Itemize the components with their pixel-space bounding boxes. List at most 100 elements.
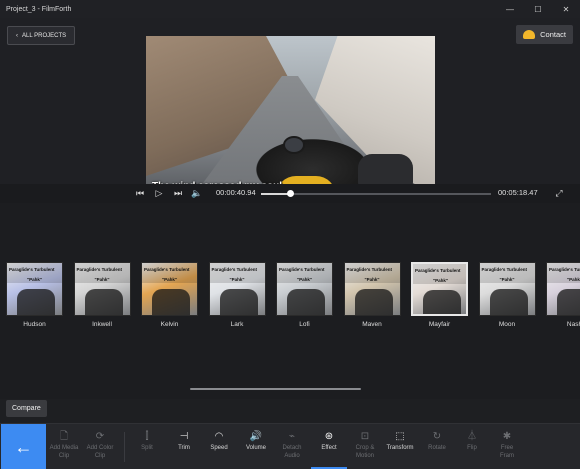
effect-mayfair[interactable]: Paraglide's Turbulent "Pahk" Mayfair bbox=[411, 262, 468, 328]
current-time: 00:00:40.94 bbox=[216, 188, 256, 197]
fullscreen-icon[interactable]: ⤢ bbox=[552, 186, 566, 200]
effect-label: Kelvin bbox=[160, 321, 179, 328]
effect-thumbnail: Paraglide's Turbulent "Pahk" bbox=[73, 262, 131, 316]
add-color-clip-icon: ⟳ bbox=[95, 431, 105, 442]
flip-icon: ⏃ bbox=[467, 431, 477, 442]
bottom-toolbar: ← 🗋 Add Media Clip ⟳ Add Color Clip ⫿ Split ⊣ Tri… bbox=[0, 423, 580, 469]
contact-button[interactable]: Contact bbox=[516, 25, 573, 44]
skip-forward-icon[interactable]: ⏭ bbox=[171, 186, 185, 200]
add-color-clip-label: Add Color bbox=[86, 445, 114, 451]
minimize-button[interactable]: — bbox=[496, 0, 524, 18]
contact-icon bbox=[523, 30, 536, 39]
effect-nash[interactable]: Paraglide's Turbulent "Pahk" Nash bbox=[546, 262, 580, 328]
add-media-clip-label-line2: Clip bbox=[58, 453, 70, 459]
add-media-clip-tool[interactable]: 🗋 Add Media Clip bbox=[44, 430, 84, 460]
thumbnail-subtitle: "Pahk" bbox=[297, 277, 313, 282]
effect-thumbnail: Paraglide's Turbulent "Pahk" bbox=[208, 262, 266, 316]
all-projects-label: ALL PROJECTS bbox=[22, 32, 67, 39]
thumbnail-motorcycle bbox=[557, 289, 580, 315]
crop-motion-label-line2: Motion bbox=[355, 453, 374, 459]
freeze-frame-tool[interactable]: ✱ Free Fram bbox=[487, 430, 527, 460]
thumbnail-subtitle: "Pahk" bbox=[364, 277, 380, 282]
detach-audio-icon: ⌁ bbox=[288, 431, 296, 442]
add-color-clip-tool[interactable]: ⟳ Add Color Clip bbox=[80, 430, 120, 460]
add-media-clip-icon: 🗋 bbox=[59, 431, 69, 442]
effects-scrollbar[interactable] bbox=[190, 388, 361, 390]
thumbnail-title: Paraglide's Turbulent bbox=[481, 267, 528, 272]
effect-label: Lofi bbox=[299, 321, 310, 328]
thumbnail-subtitle: "Pahk" bbox=[27, 277, 43, 282]
playback-controls: ⏮ ▷ ⏭ 🔈 00:00:40.94 00:05:18.47 ⤢ bbox=[0, 184, 580, 203]
title-bar: Project_3 - FilmForth — ☐ ✕ bbox=[0, 0, 580, 18]
thumbnail-title: Paraglide's Turbulent bbox=[415, 268, 461, 273]
effect-maven[interactable]: Paraglide's Turbulent "Pahk" Maven bbox=[343, 262, 401, 328]
effect-thumbnail: Paraglide's Turbulent "Pahk" bbox=[141, 262, 198, 316]
speed-tool[interactable]: ◠ Speed bbox=[199, 430, 239, 452]
thumbnail-motorcycle bbox=[219, 289, 258, 315]
thumbnail-title: Paraglide's Turbulent bbox=[346, 267, 393, 272]
thumbnail-subtitle: "Pahk" bbox=[499, 277, 515, 282]
play-icon[interactable]: ▷ bbox=[152, 186, 166, 200]
add-media-clip-label: Add Media bbox=[49, 445, 79, 451]
thumbnail-subtitle: "Pahk" bbox=[162, 277, 178, 282]
rotate-label: Rotate bbox=[428, 445, 446, 451]
effect-thumbnail: Paraglide's Turbulent "Pahk" bbox=[6, 262, 63, 316]
effect-label: Maven bbox=[362, 321, 382, 328]
seek-thumb[interactable] bbox=[286, 190, 294, 197]
add-color-clip-label-line2: Clip bbox=[94, 453, 106, 459]
back-button[interactable]: ← bbox=[1, 424, 46, 469]
thumbnail-motorcycle bbox=[84, 289, 123, 315]
detach-audio-label-line2: Audio bbox=[284, 453, 300, 459]
effect-thumbnail: Paraglide's Turbulent "Pahk" bbox=[546, 262, 580, 316]
skip-back-icon[interactable]: ⏮ bbox=[133, 186, 147, 200]
transform-icon: ⬚ bbox=[395, 431, 405, 442]
transform-tool[interactable]: ⬚ Transform bbox=[380, 430, 420, 452]
effect-thumbnail: Paraglide's Turbulent "Pahk" bbox=[276, 262, 333, 316]
effect-inkwell[interactable]: Paraglide's Turbulent "Pahk" Inkwell bbox=[73, 262, 131, 328]
crop-motion-icon: ⊡ bbox=[360, 431, 370, 442]
seek-bar[interactable] bbox=[261, 190, 491, 197]
close-button[interactable]: ✕ bbox=[552, 0, 580, 18]
trim-tool[interactable]: ⊣ Trim bbox=[164, 430, 204, 452]
flip-tool[interactable]: ⏃ Flip bbox=[452, 430, 492, 452]
window-title: Project_3 - FilmForth bbox=[6, 5, 72, 13]
trim-label: Trim bbox=[178, 445, 190, 451]
freeze-frame-label-line2: Fram bbox=[500, 453, 514, 459]
maximize-button[interactable]: ☐ bbox=[524, 0, 552, 18]
thumbnail-subtitle: "Pahk" bbox=[229, 277, 245, 282]
rotate-tool[interactable]: ↻ Rotate bbox=[417, 430, 457, 452]
volume-icon: 🔊 bbox=[249, 431, 263, 442]
effect-hudson[interactable]: Paraglide's Turbulent "Pahk" Hudson bbox=[6, 262, 63, 328]
volume-label: Volume bbox=[245, 445, 266, 451]
effect-label: Hudson bbox=[23, 321, 46, 328]
video-frame-gauge bbox=[283, 136, 305, 154]
effect-lofi[interactable]: Paraglide's Turbulent "Pahk" Lofi bbox=[276, 262, 333, 328]
crop-motion-tool[interactable]: ⊡ Crop & Motion bbox=[345, 430, 385, 460]
thumbnail-title: Paraglide's Turbulent bbox=[279, 267, 325, 272]
split-tool[interactable]: ⫿ Split bbox=[127, 430, 167, 452]
effect-moon[interactable]: Paraglide's Turbulent "Pahk" Moon bbox=[478, 262, 536, 328]
effect-kelvin[interactable]: Paraglide's Turbulent "Pahk" Kelvin bbox=[141, 262, 198, 328]
thumbnail-motorcycle bbox=[423, 290, 461, 314]
effect-label: Moon bbox=[498, 321, 516, 328]
thumbnail-subtitle: "Pahk" bbox=[94, 277, 110, 282]
effect-thumbnail: Paraglide's Turbulent "Pahk" bbox=[478, 262, 536, 316]
effect-tool[interactable]: ⊛ Effect bbox=[309, 430, 349, 452]
thumbnail-title: Paraglide's Turbulent bbox=[211, 267, 258, 272]
thumbnail-title: Paraglide's Turbulent bbox=[549, 267, 580, 272]
toolbar-divider bbox=[124, 432, 125, 462]
thumbnail-motorcycle bbox=[489, 289, 528, 315]
transform-label: Transform bbox=[386, 445, 414, 451]
volume-tool[interactable]: 🔊 Volume bbox=[236, 430, 276, 452]
trim-icon: ⊣ bbox=[179, 431, 189, 442]
thumbnail-subtitle: "Pahk" bbox=[433, 278, 449, 283]
chevron-left-icon: ‹ bbox=[16, 32, 18, 39]
effect-lark[interactable]: Paraglide's Turbulent "Pahk" Lark bbox=[208, 262, 266, 328]
arrow-left-icon: ← bbox=[14, 436, 33, 457]
thumbnail-motorcycle bbox=[287, 289, 325, 315]
volume-icon[interactable]: 🔈 bbox=[190, 186, 204, 200]
video-preview[interactable]: The wind caressed my soul bbox=[146, 36, 435, 197]
detach-audio-tool[interactable]: ⌁ Detach Audio bbox=[272, 430, 312, 460]
all-projects-button[interactable]: ‹ ALL PROJECTS bbox=[7, 26, 76, 45]
compare-button[interactable]: Compare bbox=[6, 400, 47, 417]
